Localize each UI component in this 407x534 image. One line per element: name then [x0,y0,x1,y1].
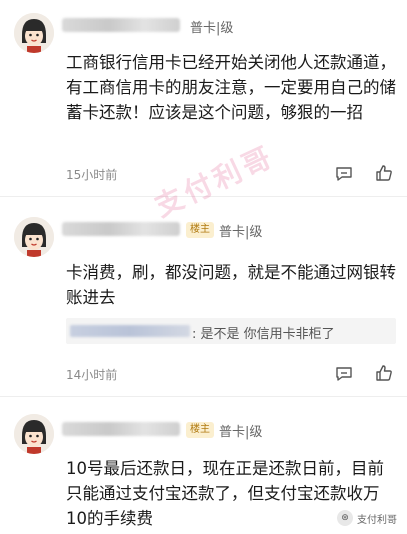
avatar-cartoon-icon [14,13,54,53]
user-level: 普卡|级 [190,21,234,36]
comment-text: 工商银行信用卡已经开始关闭他人还款通道，有工商信用卡的朋友注意，一定要用自己的储… [66,53,396,122]
avatar[interactable] [14,13,54,53]
comment-time: 15小时前 [66,168,118,182]
watermark: 支付利哥 [149,139,280,224]
username-blurred[interactable] [62,18,180,32]
user-level: 普卡|级 [219,425,263,440]
avatar-cartoon-icon [14,217,54,257]
username-blurred[interactable] [62,422,180,436]
reply-text: : 是不是 你信用卡非柜了 [192,327,335,342]
brand-logo-icon: ⊛ [337,510,353,526]
comment-icon[interactable] [334,364,354,384]
owner-badge: 楼主 [186,222,214,238]
comment-icon[interactable] [334,164,354,184]
brand-label: 支付利哥 [357,514,397,526]
avatar[interactable] [14,217,54,257]
like-icon[interactable] [374,363,394,383]
owner-badge: 楼主 [186,422,214,438]
reply-preview[interactable]: : 是不是 你信用卡非柜了 [66,318,396,344]
comment-time: 14小时前 [66,368,118,382]
username-blurred[interactable] [62,222,180,236]
divider [0,396,407,397]
reply-username-blurred [70,325,190,337]
brand-watermark: ⊛ 支付利哥 [337,510,397,526]
avatar-cartoon-icon [14,414,54,454]
avatar[interactable] [14,414,54,454]
like-icon[interactable] [374,163,394,183]
user-level: 普卡|级 [219,225,263,240]
comment-text: 卡消费，刷，都没问题，就是不能通过网银转账进去 [66,263,396,307]
